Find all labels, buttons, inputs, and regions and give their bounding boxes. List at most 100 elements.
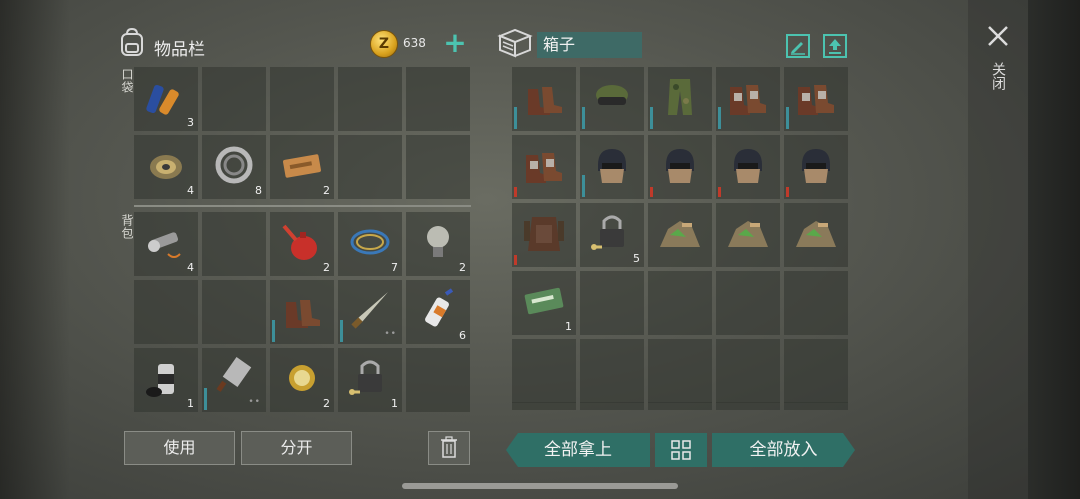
- split-button[interactable]: 分开: [241, 431, 352, 465]
- item-slot[interactable]: [512, 203, 576, 267]
- chest-name: 箱子: [537, 32, 642, 58]
- item-slot[interactable]: [580, 135, 644, 199]
- edit-icon: [791, 42, 805, 55]
- item-slot[interactable]: 2: [270, 212, 334, 276]
- coupon-ticket-icon: [280, 143, 324, 187]
- chest-scroll-hint: [512, 402, 848, 410]
- item-count: 2: [323, 397, 330, 410]
- item-slot[interactable]: [784, 135, 848, 199]
- ration-coupon-icon: [522, 279, 566, 323]
- empty-slot[interactable]: [338, 135, 402, 199]
- item-slot[interactable]: 4: [134, 135, 198, 199]
- durability-bar: [204, 388, 207, 410]
- item-slot[interactable]: 3: [134, 67, 198, 131]
- item-count: 2: [459, 261, 466, 274]
- item-slot[interactable]: [716, 203, 780, 267]
- item-count: 4: [187, 184, 194, 197]
- add-coins-button[interactable]: +: [442, 29, 468, 58]
- empty-slot[interactable]: [134, 280, 198, 344]
- put-all-button[interactable]: 全部放入: [712, 433, 855, 467]
- sort-button[interactable]: [655, 433, 707, 467]
- item-slot[interactable]: [648, 67, 712, 131]
- empty-slot[interactable]: [648, 339, 712, 403]
- scrap-pile-icon: [658, 211, 702, 255]
- item-slot[interactable]: [716, 135, 780, 199]
- item-slot[interactable]: 1: [512, 271, 576, 335]
- item-slot[interactable]: 1: [338, 348, 402, 412]
- empty-slot[interactable]: [202, 212, 266, 276]
- riot-helmet-icon: [726, 143, 770, 187]
- close-label[interactable]: 关闭: [988, 62, 1008, 90]
- durability-bar: [340, 320, 343, 342]
- armored-boots-icon: [726, 75, 770, 119]
- empty-slot[interactable]: [406, 135, 470, 199]
- empty-slot[interactable]: [784, 339, 848, 403]
- empty-slot[interactable]: [784, 271, 848, 335]
- item-slot[interactable]: [270, 280, 334, 344]
- use-button[interactable]: 使用: [124, 431, 235, 465]
- item-slot[interactable]: ••: [338, 280, 402, 344]
- discard-button[interactable]: [428, 431, 470, 465]
- durability-bar: [786, 187, 789, 197]
- item-slot[interactable]: 1: [134, 348, 198, 412]
- empty-slot[interactable]: [270, 67, 334, 131]
- padlock-key-icon: [348, 356, 392, 400]
- item-slot[interactable]: [716, 67, 780, 131]
- close-button[interactable]: [986, 24, 1010, 48]
- item-slot[interactable]: 4: [134, 212, 198, 276]
- empty-slot[interactable]: [716, 271, 780, 335]
- coin-count: 638: [403, 36, 426, 50]
- empty-slot[interactable]: [338, 67, 402, 131]
- item-slot[interactable]: ••: [202, 348, 266, 412]
- item-slot[interactable]: [784, 203, 848, 267]
- empty-slot[interactable]: [406, 348, 470, 412]
- glue-tube-icon: [416, 288, 460, 332]
- empty-slot[interactable]: [512, 339, 576, 403]
- item-slot[interactable]: 2: [406, 212, 470, 276]
- durability-bar: [786, 107, 789, 129]
- item-slot[interactable]: 6: [406, 280, 470, 344]
- light-bulb-icon: [416, 220, 460, 264]
- item-slot[interactable]: 5: [580, 203, 644, 267]
- item-slot[interactable]: [580, 67, 644, 131]
- empty-slot[interactable]: [580, 271, 644, 335]
- empty-slot[interactable]: [202, 67, 266, 131]
- item-slot[interactable]: [784, 67, 848, 131]
- item-slot[interactable]: [512, 67, 576, 131]
- boots-icon: [522, 75, 566, 119]
- cleaver-icon: [212, 356, 256, 400]
- empty-slot[interactable]: [406, 67, 470, 131]
- durability-bar: [650, 187, 653, 197]
- take-all-button[interactable]: 全部拿上: [506, 433, 650, 467]
- boots-icon: [280, 288, 324, 332]
- empty-slot[interactable]: [202, 280, 266, 344]
- inventory-title: 物品栏: [154, 40, 205, 60]
- empty-slot[interactable]: [648, 271, 712, 335]
- empty-slot[interactable]: [580, 339, 644, 403]
- item-slot[interactable]: [512, 135, 576, 199]
- upload-button[interactable]: [823, 34, 847, 58]
- wire-spool-icon: [144, 143, 188, 187]
- oil-can-icon: [280, 220, 324, 264]
- item-slot[interactable]: [648, 135, 712, 199]
- item-slot[interactable]: 2: [270, 135, 334, 199]
- cap-goggles-icon: [590, 75, 634, 119]
- rename-button[interactable]: [786, 34, 810, 58]
- riot-helmet-icon: [794, 143, 838, 187]
- scrap-pile-icon: [794, 211, 838, 255]
- item-slot[interactable]: 7: [338, 212, 402, 276]
- durability-bar: [718, 107, 721, 129]
- empty-slot[interactable]: [716, 339, 780, 403]
- item-count: 7: [391, 261, 398, 274]
- item-slot[interactable]: [648, 203, 712, 267]
- item-count: 1: [391, 397, 398, 410]
- close-icon: [988, 26, 1008, 46]
- durability-bar: [582, 175, 585, 197]
- pocket-grid: 3 4 8 2: [134, 67, 470, 199]
- cable-coil-icon: [348, 220, 392, 264]
- right-edge: [1028, 0, 1080, 499]
- item-count: 5: [633, 252, 640, 265]
- bearing-icon: [212, 143, 256, 187]
- item-slot[interactable]: 8: [202, 135, 266, 199]
- item-slot[interactable]: 2: [270, 348, 334, 412]
